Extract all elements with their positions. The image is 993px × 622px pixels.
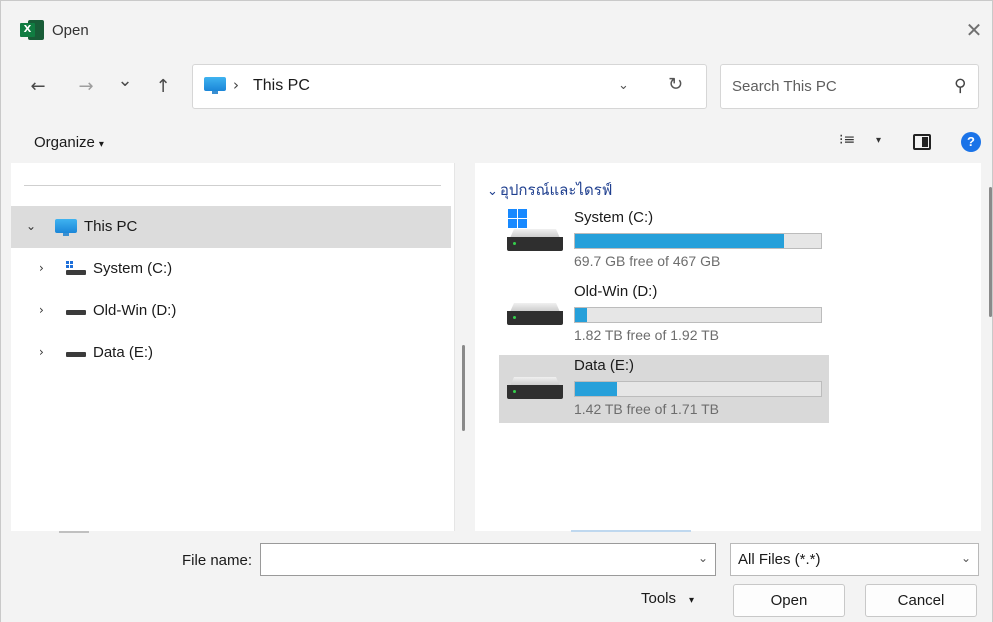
help-icon[interactable]: ? (961, 132, 981, 152)
drive-usage-bar (574, 381, 822, 397)
computer-icon (204, 77, 226, 94)
change-view-icon[interactable]: ⁝≡ (839, 132, 855, 148)
refresh-icon[interactable]: ↻ (668, 74, 683, 95)
file-name-label: File name: (182, 552, 253, 569)
excel-icon: X (20, 20, 44, 40)
file-name-combobox[interactable]: ⌄ (260, 543, 716, 576)
navigation-pane: ⌄ This PC › System (C:) › Old-Win (D:) ›… (11, 163, 455, 531)
nav-item-label: Data (E:) (93, 344, 154, 361)
close-button[interactable]: ✕ (962, 19, 986, 43)
recent-locations-chevron-icon[interactable]: ⌄ (113, 69, 137, 93)
drive-free-space: 1.82 TB free of 1.92 TB (574, 327, 720, 343)
view-options-caret-icon[interactable]: ▾ (876, 135, 881, 146)
hard-drive-icon (507, 303, 563, 325)
file-type-select[interactable]: All Files (*.*) ⌄ (730, 543, 979, 576)
preview-pane-icon[interactable] (913, 134, 931, 150)
navigation-pane-scrollbar[interactable] (462, 345, 465, 431)
open-dialog: X Open ✕ ← → ⌄ ↑ › This PC ⌄ ↻ ⚲ Organiz… (0, 0, 993, 622)
forward-arrow-icon[interactable]: → (74, 75, 98, 99)
hard-drive-icon (507, 229, 563, 251)
windows-logo-icon (508, 209, 528, 229)
devices-and-drives-header[interactable]: ⌄ อุปกรณ์และไดรฟ์ (487, 178, 612, 202)
address-bar[interactable]: › This PC ⌄ ↻ (192, 64, 707, 109)
navigation-bar: ← → ⌄ ↑ › This PC ⌄ ↻ ⚲ (1, 51, 992, 121)
search-box[interactable]: ⚲ (720, 64, 979, 109)
drive-tile-old-win-d[interactable]: Old-Win (D:) 1.82 TB free of 1.92 TB (499, 281, 829, 349)
system-drive-icon (66, 261, 86, 275)
file-name-input[interactable] (261, 544, 686, 575)
file-type-dropdown-icon[interactable]: ⌄ (961, 551, 971, 565)
nav-item-label: Old-Win (D:) (93, 302, 177, 319)
command-bar: Organize ▾ ⁝≡ ▾ ? (1, 123, 992, 163)
drive-free-space: 69.7 GB free of 467 GB (574, 253, 721, 269)
drive-name: Data (E:) (574, 357, 635, 374)
address-dropdown-icon[interactable]: ⌄ (618, 78, 629, 93)
nav-item-label: System (C:) (93, 260, 173, 277)
drive-name: System (C:) (574, 209, 654, 226)
organize-label: Organize (34, 134, 95, 151)
tools-label: Tools (641, 590, 677, 607)
dialog-footer: File name: ⌄ All Files (*.*) ⌄ Tools ▾ Op… (1, 533, 992, 622)
nav-item-old-win-d[interactable]: › Old-Win (D:) (11, 290, 451, 332)
expanded-chevron-icon[interactable]: ⌄ (26, 219, 36, 233)
group-label: อุปกรณ์และไดรฟ์ (499, 182, 613, 199)
drive-usage-fill (575, 382, 617, 396)
drive-free-space: 1.42 TB free of 1.71 TB (574, 401, 720, 417)
file-type-value: All Files (*.*) (738, 551, 821, 568)
collapsed-chevron-icon[interactable]: › (39, 345, 44, 359)
drive-tile-data-e[interactable]: Data (E:) 1.42 TB free of 1.71 TB (499, 355, 829, 423)
file-name-dropdown-icon[interactable]: ⌄ (698, 551, 708, 565)
caret-down-icon: ▾ (98, 139, 104, 150)
drive-usage-bar (574, 233, 822, 249)
content-pane-horizontal-scrollbar[interactable] (571, 530, 691, 532)
open-button[interactable]: Open (733, 584, 845, 617)
nav-divider (24, 185, 441, 186)
nav-item-system-c[interactable]: › System (C:) (11, 248, 451, 290)
window-title: Open (52, 22, 89, 39)
drive-name: Old-Win (D:) (574, 283, 658, 300)
nav-item-this-pc[interactable]: ⌄ This PC (11, 206, 451, 248)
search-icon[interactable]: ⚲ (954, 76, 966, 96)
organize-button[interactable]: Organize ▾ (34, 134, 104, 151)
caret-down-icon: ▾ (689, 595, 695, 606)
title-bar: X Open ✕ (1, 1, 992, 43)
collapsed-chevron-icon[interactable]: › (39, 261, 44, 275)
breadcrumb-this-pc[interactable]: This PC (253, 77, 310, 95)
drive-usage-fill (575, 234, 785, 248)
nav-item-label: This PC (84, 218, 138, 235)
content-pane-scrollbar[interactable] (989, 187, 992, 317)
up-arrow-icon[interactable]: ↑ (151, 75, 175, 99)
drive-icon (66, 310, 86, 315)
computer-icon (55, 219, 77, 236)
hard-drive-icon (507, 377, 563, 399)
content-pane: ⌄ อุปกรณ์และไดรฟ์ System (C:) 69.7 GB fre… (475, 163, 981, 531)
drive-usage-bar (574, 307, 822, 323)
drive-usage-fill (575, 308, 588, 322)
drive-icon (66, 352, 86, 357)
drive-tile-system-c[interactable]: System (C:) 69.7 GB free of 467 GB (499, 207, 829, 275)
cancel-button[interactable]: Cancel (865, 584, 977, 617)
back-arrow-icon[interactable]: ← (26, 75, 50, 99)
collapsed-chevron-icon[interactable]: › (39, 303, 44, 317)
group-chevron-icon: ⌄ (487, 184, 498, 199)
tools-menu-button[interactable]: Tools ▾ (641, 590, 694, 607)
breadcrumb-separator: › (233, 76, 239, 94)
search-input[interactable] (721, 65, 936, 108)
nav-item-data-e[interactable]: › Data (E:) (11, 332, 451, 374)
